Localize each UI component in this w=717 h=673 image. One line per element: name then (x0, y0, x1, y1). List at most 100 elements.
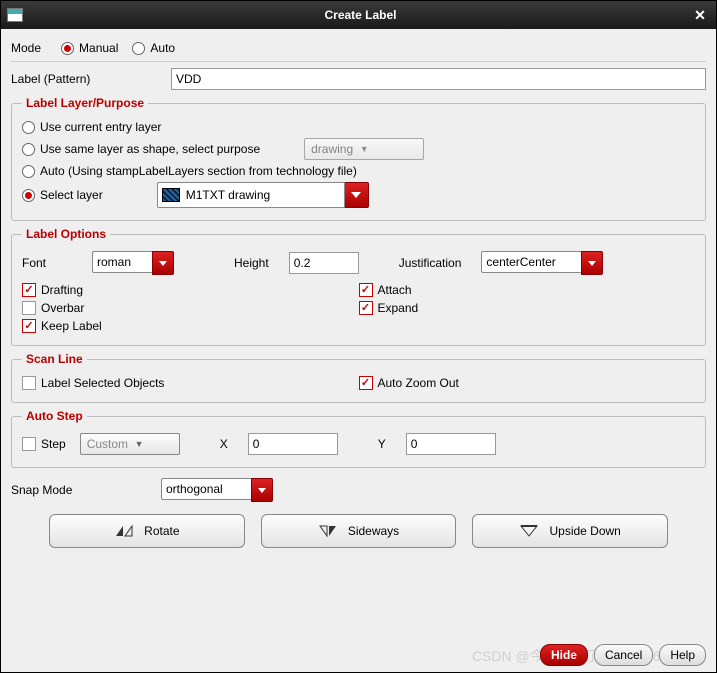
chevron-down-icon[interactable] (251, 478, 273, 502)
lblsel-label: Label Selected Objects (41, 376, 164, 390)
lblsel-check[interactable]: Label Selected Objects (22, 376, 164, 390)
check-icon (22, 319, 36, 333)
layer-same-label: Use same layer as shape, select purpose (40, 142, 260, 156)
autostep-legend: Auto Step (22, 409, 87, 423)
layer-combo[interactable]: M1TXT drawing (157, 182, 345, 208)
scan-legend: Scan Line (22, 352, 87, 366)
height-label: Height (234, 256, 269, 270)
x-label: X (220, 437, 228, 451)
attach-label: Attach (378, 283, 412, 297)
just-select[interactable] (481, 251, 603, 275)
rotate-icon (114, 524, 134, 538)
overbar-check[interactable]: Overbar (22, 301, 84, 315)
snap-row: Snap Mode (11, 478, 706, 502)
keep-check[interactable]: Keep Label (22, 319, 102, 333)
help-label: Help (670, 648, 695, 662)
upside-label: Upside Down (549, 524, 620, 538)
chevron-down-icon[interactable] (152, 251, 174, 275)
step-label: Step (41, 437, 66, 451)
window-title: Create Label (31, 8, 690, 22)
close-icon[interactable]: ✕ (690, 7, 710, 24)
y-label: Y (378, 437, 386, 451)
purpose-value: drawing (311, 142, 353, 156)
radio-icon (61, 42, 74, 55)
layer-select-radio[interactable]: Select layer (22, 188, 103, 202)
step-value: Custom (87, 437, 128, 451)
font-select[interactable] (92, 251, 174, 275)
chevron-down-icon: ▼ (357, 144, 371, 154)
layer-swatch-icon (162, 188, 180, 202)
x-input[interactable] (248, 433, 338, 455)
sideways-icon (318, 524, 338, 538)
y-input[interactable] (406, 433, 496, 455)
layer-auto-radio[interactable]: Auto (Using stampLabelLayers section fro… (22, 164, 357, 178)
snap-select[interactable] (161, 478, 273, 502)
check-icon (22, 283, 36, 297)
rotate-label: Rotate (144, 524, 179, 538)
snap-label: Snap Mode (11, 483, 141, 497)
autozoom-check[interactable]: Auto Zoom Out (359, 376, 459, 390)
attach-check[interactable]: Attach (359, 283, 412, 297)
radio-icon (22, 121, 35, 134)
layer-select-label: Select layer (40, 188, 103, 202)
mode-row: Mode Manual Auto (11, 41, 706, 55)
transform-buttons: Rotate Sideways Upside Down (11, 510, 706, 552)
pattern-label: Label (Pattern) (11, 72, 151, 86)
radio-icon (132, 42, 145, 55)
create-label-dialog: Create Label ✕ Mode Manual Auto Label (P… (0, 0, 717, 673)
check-icon (359, 376, 373, 390)
height-input[interactable] (289, 252, 359, 274)
layer-current-radio[interactable]: Use current entry layer (22, 120, 161, 134)
layer-dropdown-button[interactable] (345, 182, 369, 208)
expand-check[interactable]: Expand (359, 301, 419, 315)
check-icon (22, 376, 36, 390)
divider (11, 61, 706, 62)
options-legend: Label Options (22, 227, 110, 241)
sideways-label: Sideways (348, 524, 399, 538)
hide-label: Hide (551, 648, 577, 662)
cancel-label: Cancel (605, 648, 642, 662)
layer-group: Label Layer/Purpose Use current entry la… (11, 96, 706, 221)
chevron-down-icon: ▼ (132, 439, 146, 449)
layer-same-radio[interactable]: Use same layer as shape, select purpose (22, 142, 260, 156)
upside-button[interactable]: Upside Down (472, 514, 668, 548)
footer: Hide Cancel Help (1, 640, 716, 670)
check-icon (22, 301, 36, 315)
expand-label: Expand (378, 301, 419, 315)
layer-current-label: Use current entry layer (40, 120, 161, 134)
autozoom-label: Auto Zoom Out (378, 376, 459, 390)
drafting-label: Drafting (41, 283, 83, 297)
mode-label: Mode (11, 41, 41, 55)
mode-auto-label: Auto (150, 41, 175, 55)
mode-manual-radio[interactable]: Manual (61, 41, 118, 55)
radio-icon (22, 165, 35, 178)
radio-icon (22, 143, 35, 156)
mode-auto-radio[interactable]: Auto (132, 41, 175, 55)
snap-value[interactable] (161, 478, 251, 500)
layer-legend: Label Layer/Purpose (22, 96, 148, 110)
help-button[interactable]: Help (659, 644, 706, 666)
window-icon (7, 8, 23, 22)
rotate-button[interactable]: Rotate (49, 514, 245, 548)
check-icon (359, 283, 373, 297)
keep-label: Keep Label (41, 319, 102, 333)
purpose-select[interactable]: drawing ▼ (304, 138, 424, 160)
scan-group: Scan Line Label Selected Objects Auto Zo… (11, 352, 706, 403)
options-group: Label Options Font Height Justification … (11, 227, 706, 346)
just-label: Justification (399, 256, 462, 270)
pattern-row: Label (Pattern) (11, 68, 706, 90)
just-value[interactable] (481, 251, 581, 273)
sideways-button[interactable]: Sideways (261, 514, 457, 548)
check-icon (359, 301, 373, 315)
cancel-button[interactable]: Cancel (594, 644, 653, 666)
step-check[interactable]: Step (22, 437, 66, 451)
autostep-group: Auto Step Step Custom ▼ X Y (11, 409, 706, 468)
drafting-check[interactable]: Drafting (22, 283, 83, 297)
hide-button[interactable]: Hide (540, 644, 588, 666)
pattern-input[interactable] (171, 68, 706, 90)
step-select[interactable]: Custom ▼ (80, 433, 180, 455)
layer-auto-label: Auto (Using stampLabelLayers section fro… (40, 164, 357, 178)
font-value[interactable] (92, 251, 152, 273)
font-label: Font (22, 256, 72, 270)
chevron-down-icon[interactable] (581, 251, 603, 275)
